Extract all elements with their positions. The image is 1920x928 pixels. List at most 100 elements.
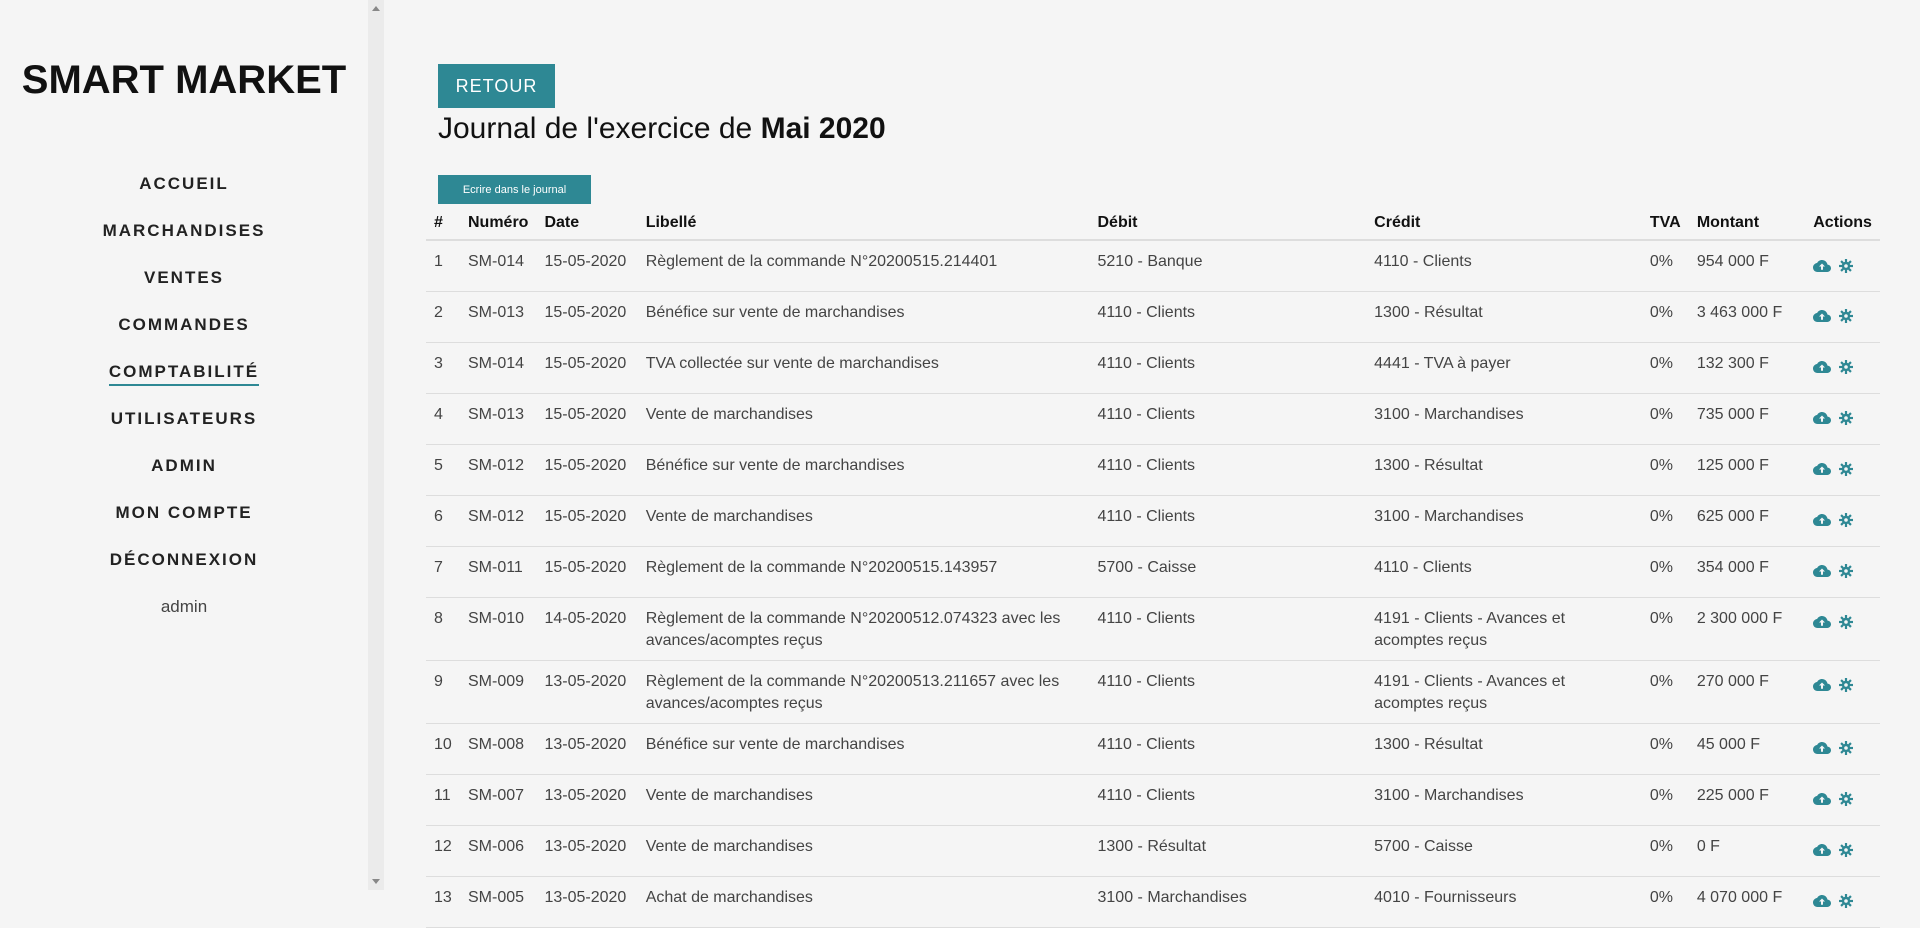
page-title: Journal de l'exercice de Mai 2020 (438, 112, 886, 146)
cell-libelle: Règlement de la commande N°20200515.2144… (637, 240, 1090, 292)
cell-debit: 4110 - Clients (1089, 723, 1367, 775)
cell-index: 10 (426, 723, 460, 775)
scroll-up-arrow-icon[interactable] (372, 6, 380, 11)
cell-debit: 4110 - Clients (1089, 393, 1367, 445)
gear-icon[interactable] (1839, 309, 1854, 324)
cell-credit: 5700 - Caisse (1366, 825, 1642, 877)
gear-icon[interactable] (1839, 411, 1854, 426)
gear-icon[interactable] (1839, 462, 1854, 477)
cell-numero: SM-007 (459, 774, 537, 826)
cell-libelle: Bénéfice sur vente de marchandises (637, 291, 1090, 343)
cell-index: 2 (426, 291, 460, 343)
cell-index: 5 (426, 444, 460, 496)
sidebar-item-label[interactable]: UTILISATEURS (111, 409, 257, 431)
main-content: RETOUR Journal de l'exercice de Mai 2020… (384, 0, 1920, 928)
cell-tva: 0% (1641, 291, 1689, 343)
cell-credit: 4191 - Clients - Avances et acomptes reç… (1366, 597, 1642, 661)
sidebar-scrollbar[interactable] (368, 0, 384, 890)
cell-index: 3 (426, 342, 460, 394)
brand-logo[interactable]: SMART MARKET (0, 58, 368, 103)
gear-icon[interactable] (1839, 894, 1854, 909)
sidebar-item-ventes[interactable]: VENTES (0, 268, 368, 315)
sidebar-item-utilisateurs[interactable]: UTILISATEURS (0, 409, 368, 456)
cell-libelle: Vente de marchandises (637, 393, 1090, 445)
cell-tva: 0% (1641, 597, 1689, 661)
gear-icon[interactable] (1839, 741, 1854, 756)
upload-cloud-icon[interactable] (1813, 678, 1832, 692)
cell-debit: 4110 - Clients (1089, 660, 1367, 724)
cell-numero: SM-010 (459, 597, 537, 661)
header-credit: Crédit (1366, 206, 1642, 241)
cell-numero: SM-011 (459, 546, 537, 598)
sidebar-item-admin[interactable]: ADMIN (0, 456, 368, 503)
gear-icon[interactable] (1839, 360, 1854, 375)
cell-date: 13-05-2020 (536, 723, 638, 775)
cell-debit: 1300 - Résultat (1089, 825, 1367, 877)
cell-montant: 132 300 F (1688, 342, 1806, 394)
cell-date: 13-05-2020 (536, 774, 638, 826)
sidebar-item-accueil[interactable]: ACCUEIL (0, 174, 368, 221)
gear-icon[interactable] (1839, 792, 1854, 807)
write-journal-button[interactable]: Ecrire dans le journal (438, 175, 591, 204)
table-row: 5 SM-012 15-05-2020 Bénéfice sur vente de m… (426, 444, 1880, 496)
sidebar-item-label[interactable]: ACCUEIL (139, 174, 229, 196)
back-button[interactable]: RETOUR (438, 64, 555, 108)
cell-actions (1805, 495, 1880, 547)
header-tva: TVA (1641, 206, 1689, 241)
sidebar-item-deconnexion[interactable]: DÉCONNEXION (0, 550, 368, 597)
sidebar-item-label[interactable]: VENTES (144, 268, 224, 290)
upload-cloud-icon[interactable] (1813, 513, 1832, 527)
page-title-period: Mai 2020 (760, 112, 886, 145)
cell-numero: SM-005 (459, 876, 537, 928)
upload-cloud-icon[interactable] (1813, 615, 1832, 629)
sidebar-nav: ACCUEIL MARCHANDISES VENTES COMMANDES CO… (0, 174, 368, 644)
gear-icon[interactable] (1839, 615, 1854, 630)
upload-cloud-icon[interactable] (1813, 360, 1832, 374)
sidebar-item-marchandises[interactable]: MARCHANDISES (0, 221, 368, 268)
cell-date: 13-05-2020 (536, 876, 638, 928)
upload-cloud-icon[interactable] (1813, 792, 1832, 806)
gear-icon[interactable] (1839, 843, 1854, 858)
cell-debit: 5700 - Caisse (1089, 546, 1367, 598)
upload-cloud-icon[interactable] (1813, 411, 1832, 425)
upload-cloud-icon[interactable] (1813, 843, 1832, 857)
sidebar-item-label[interactable]: ADMIN (151, 456, 217, 478)
cell-index: 1 (426, 240, 460, 292)
sidebar-user: admin (0, 597, 368, 644)
gear-icon[interactable] (1839, 513, 1854, 528)
cell-libelle: Achat de marchandises (637, 876, 1090, 928)
table-row: 8 SM-010 14-05-2020 Règlement de la command… (426, 597, 1880, 661)
cell-date: 15-05-2020 (536, 240, 638, 292)
scroll-down-arrow-icon[interactable] (372, 879, 380, 884)
sidebar-item-label[interactable]: COMMANDES (118, 315, 249, 337)
cell-numero: SM-013 (459, 393, 537, 445)
cell-debit: 4110 - Clients (1089, 291, 1367, 343)
upload-cloud-icon[interactable] (1813, 741, 1832, 755)
journal-body: 1 SM-014 15-05-2020 Règlement de la command… (426, 240, 1880, 928)
sidebar-item-mon-compte[interactable]: MON COMPTE (0, 503, 368, 550)
cell-credit: 3100 - Marchandises (1366, 495, 1642, 547)
cell-tva: 0% (1641, 495, 1689, 547)
header-debit: Débit (1089, 206, 1367, 241)
sidebar-item-label[interactable]: MARCHANDISES (103, 221, 266, 243)
sidebar-item-label[interactable]: DÉCONNEXION (110, 550, 259, 572)
upload-cloud-icon[interactable] (1813, 462, 1832, 476)
cell-numero: SM-013 (459, 291, 537, 343)
cell-date: 13-05-2020 (536, 825, 638, 877)
upload-cloud-icon[interactable] (1813, 309, 1832, 323)
header-libelle: Libellé (637, 206, 1090, 241)
upload-cloud-icon[interactable] (1813, 564, 1832, 578)
gear-icon[interactable] (1839, 678, 1854, 693)
sidebar-item-label[interactable]: MON COMPTE (115, 503, 252, 525)
cell-libelle: Règlement de la commande N°20200513.2116… (637, 660, 1090, 724)
sidebar-item-comptabilite[interactable]: COMPTABILITÉ (0, 362, 368, 409)
cell-libelle: Vente de marchandises (637, 825, 1090, 877)
gear-icon[interactable] (1839, 258, 1854, 273)
sidebar-item-commandes[interactable]: COMMANDES (0, 315, 368, 362)
upload-cloud-icon[interactable] (1813, 894, 1832, 908)
upload-cloud-icon[interactable] (1813, 259, 1832, 273)
cell-montant: 625 000 F (1688, 495, 1806, 547)
journal-table: # Numéro Date Libellé Débit Crédit TVA M… (426, 206, 1880, 928)
sidebar-item-label[interactable]: COMPTABILITÉ (108, 362, 260, 386)
gear-icon[interactable] (1839, 564, 1854, 579)
